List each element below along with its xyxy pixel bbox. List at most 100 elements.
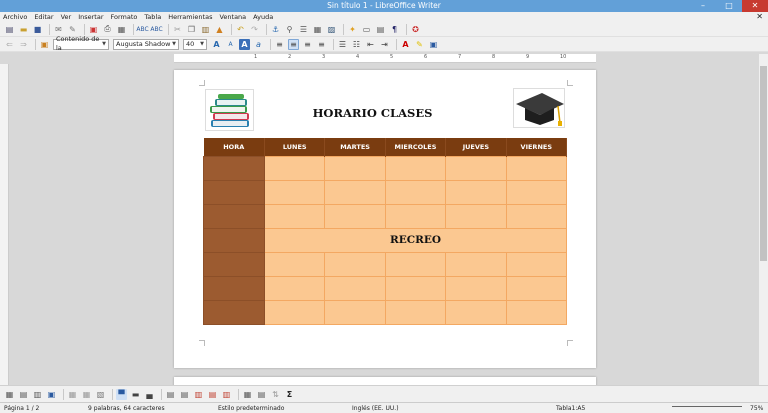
break-cell[interactable]: RECREO <box>264 227 567 253</box>
table-cell[interactable] <box>324 155 386 181</box>
table-cell[interactable] <box>505 275 568 301</box>
table-cell[interactable] <box>384 275 447 301</box>
table-cell[interactable] <box>445 179 507 205</box>
border-style-icon[interactable]: ▥ <box>32 389 43 400</box>
image-icon[interactable]: ▨ <box>326 24 337 35</box>
status-zoom[interactable]: 75% <box>750 405 763 412</box>
align-bottom-icon[interactable]: ▄ <box>144 389 155 400</box>
help-icon[interactable]: ✪ <box>410 24 421 35</box>
header-miercoles[interactable]: MIERCOLES <box>385 138 447 156</box>
increase-indent-icon[interactable]: ⇥ <box>379 39 390 50</box>
highlight-icon[interactable]: ✎ <box>414 39 425 50</box>
export-pdf-icon[interactable]: ▣ <box>88 24 99 35</box>
forward-arrow-icon[interactable]: ⇒ <box>18 39 29 50</box>
vertical-ruler[interactable] <box>0 64 9 385</box>
table-cell[interactable] <box>445 155 507 181</box>
redo-icon[interactable]: ↷ <box>249 24 260 35</box>
table-cell[interactable] <box>384 203 447 229</box>
numbering-icon[interactable]: ☰ <box>337 39 348 50</box>
table-cell[interactable] <box>324 251 386 277</box>
email-icon[interactable]: ✉ <box>53 24 64 35</box>
table-insert-icon[interactable]: ▦ <box>4 389 15 400</box>
background-color-icon[interactable]: ▣ <box>428 39 439 50</box>
minimize-button[interactable]: – <box>690 0 716 12</box>
menu-insertar[interactable]: Insertar <box>78 13 103 21</box>
table-cell[interactable] <box>384 155 447 181</box>
insert-chart-icon[interactable]: ▤ <box>375 24 386 35</box>
table-cell[interactable] <box>263 179 326 205</box>
merge-cells-icon[interactable]: ▦ <box>67 389 78 400</box>
menu-ventana[interactable]: Ventana <box>219 13 246 21</box>
decrease-indent-icon[interactable]: ⇤ <box>365 39 376 50</box>
menu-ayuda[interactable]: Ayuda <box>253 13 273 21</box>
align-left-icon[interactable]: ≡ <box>274 39 285 50</box>
draw-functions-icon[interactable]: ✦ <box>347 24 358 35</box>
books-image[interactable] <box>205 89 254 131</box>
table-cell[interactable] <box>445 251 507 277</box>
table-cell[interactable] <box>445 203 507 229</box>
menu-tabla[interactable]: Tabla <box>144 13 161 21</box>
cut-icon[interactable]: ✂ <box>172 24 183 35</box>
sum-icon[interactable]: Σ <box>284 389 295 400</box>
insert-columns-icon[interactable]: ▥ <box>193 389 204 400</box>
table-icon[interactable]: ▦ <box>312 24 323 35</box>
insert-rows-below-icon[interactable]: ▤ <box>179 389 190 400</box>
justify-icon[interactable]: ≡ <box>316 39 327 50</box>
zoom-slider[interactable] <box>672 406 742 411</box>
font-color-icon[interactable]: A <box>400 39 411 50</box>
paste-icon[interactable]: ▥ <box>200 24 211 35</box>
insert-rows-above-icon[interactable]: ▤ <box>165 389 176 400</box>
edit-mode-icon[interactable]: ✎ <box>67 24 78 35</box>
bold-icon[interactable]: A <box>239 38 250 50</box>
borders-icon[interactable]: ▤ <box>18 389 29 400</box>
grow-font-icon[interactable]: A <box>211 39 222 50</box>
hour-cell[interactable] <box>203 275 265 301</box>
menu-ver[interactable]: Ver <box>61 13 72 21</box>
close-document-icon[interactable]: ✕ <box>756 12 763 22</box>
status-page-style[interactable]: Estilo predeterminado <box>218 405 284 412</box>
vertical-scrollbar[interactable] <box>759 54 768 385</box>
table-properties-icon[interactable]: ▦ <box>242 389 253 400</box>
new-document-icon[interactable]: ▤ <box>4 24 15 35</box>
table-cell[interactable] <box>445 299 507 325</box>
table-cell[interactable] <box>324 203 386 229</box>
spellcheck-icon[interactable]: ABC <box>136 24 148 35</box>
table-cell[interactable] <box>263 203 326 229</box>
header-jueves[interactable]: JUEVES <box>445 138 507 156</box>
table-cell[interactable] <box>324 275 386 301</box>
table-cell[interactable] <box>505 179 568 205</box>
table-cell[interactable] <box>324 299 386 325</box>
hour-cell[interactable] <box>203 203 265 229</box>
align-right-icon[interactable]: ≡ <box>302 39 313 50</box>
delete-rows-icon[interactable]: ▤ <box>207 389 218 400</box>
font-size-select[interactable]: 40 ▼ <box>183 38 207 50</box>
field-icon[interactable]: ▭ <box>361 24 372 35</box>
print-preview-icon[interactable]: ▦ <box>116 24 127 35</box>
table-cell[interactable] <box>505 203 568 229</box>
status-word-count[interactable]: 9 palabras, 64 caracteres <box>88 405 165 412</box>
print-icon[interactable]: ⎙ <box>102 24 113 35</box>
save-icon[interactable]: ■ <box>32 24 43 35</box>
delete-columns-icon[interactable]: ▥ <box>221 389 232 400</box>
copy-icon[interactable]: ❐ <box>186 24 197 35</box>
horizontal-ruler[interactable]: 1 2 3 4 5 6 7 8 9 10 <box>174 54 596 63</box>
header-viernes[interactable]: VIERNES <box>506 138 568 156</box>
table-cell[interactable] <box>505 251 568 277</box>
table-cell[interactable] <box>263 251 326 277</box>
hour-cell[interactable] <box>203 179 265 205</box>
document-title[interactable]: HORARIO CLASES <box>300 106 445 120</box>
autospellcheck-icon[interactable]: ABC <box>150 24 162 35</box>
border-color-icon[interactable]: ▣ <box>46 389 57 400</box>
hour-cell[interactable] <box>203 251 265 277</box>
hour-cell[interactable] <box>203 227 265 253</box>
styles-icon[interactable]: ▣ <box>39 39 50 50</box>
align-middle-icon[interactable]: ▬ <box>130 389 141 400</box>
table-cell[interactable] <box>445 275 507 301</box>
open-folder-icon[interactable]: ▬ <box>18 24 29 35</box>
graduation-cap-image[interactable] <box>513 88 565 128</box>
optimize-icon[interactable]: ▧ <box>95 389 106 400</box>
align-center-icon[interactable]: ≡ <box>288 38 299 50</box>
close-window-button[interactable]: ✕ <box>742 0 768 12</box>
schedule-table[interactable]: HORA LUNES MARTES MIERCOLES JUEVES VIERN… <box>203 138 568 325</box>
menu-archivo[interactable]: Archivo <box>3 13 27 21</box>
